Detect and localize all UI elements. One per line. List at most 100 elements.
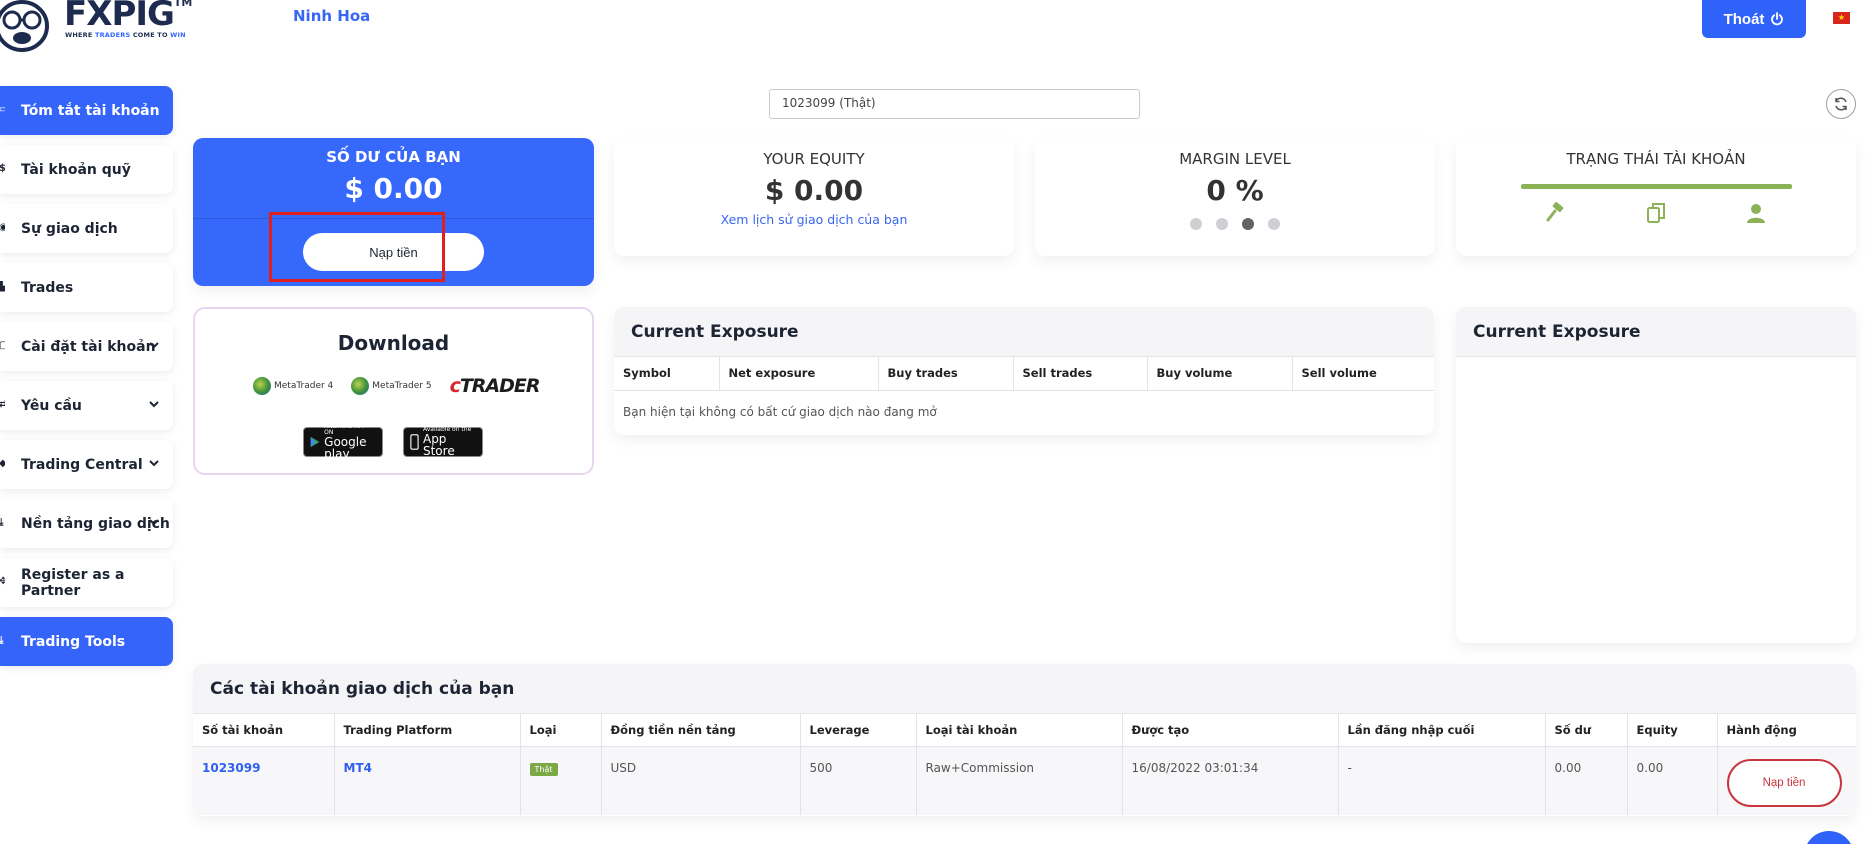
chat-widget-button[interactable]	[1804, 831, 1854, 844]
column-header[interactable]: Buy trades	[878, 357, 1014, 391]
balance-card: SỐ DƯ CỦA BẠN $ 0.00 Nạp tiền	[193, 138, 594, 286]
column-header[interactable]: Số dư	[1545, 714, 1628, 747]
account-status-title: TRẠNG THÁI TÀI KHOẢN	[1566, 150, 1746, 168]
metatrader4-link[interactable]: MetaTrader 4	[253, 377, 333, 395]
logout-label: Thoát	[1723, 10, 1765, 28]
equity-title: YOUR EQUITY	[763, 150, 865, 168]
column-header[interactable]: Sell trades	[1013, 357, 1148, 391]
equity-cell: 0.00	[1627, 746, 1718, 815]
sidebar-item-fund-account[interactable]: $ Tài khoản quỹ	[0, 145, 173, 194]
sidebar-item-transactions[interactable]: ◉ Sự giao dịch	[0, 204, 173, 253]
platform-link[interactable]: MT4	[334, 746, 521, 815]
user-icon[interactable]	[1745, 202, 1767, 224]
logout-button[interactable]: Thoát	[1702, 0, 1806, 38]
chart-icon: ▙	[0, 281, 5, 292]
user-name[interactable]: Ninh Hoa	[293, 7, 370, 25]
transaction-history-link[interactable]: Xem lịch sử giao dịch của bạn	[614, 212, 1014, 227]
metatrader5-link[interactable]: MetaTrader 5	[351, 377, 432, 395]
row-deposit-button[interactable]: Nạp tiền	[1726, 758, 1842, 807]
metatrader-icon	[253, 377, 271, 395]
sidebar-item-label: Cài đặt tài khoản	[21, 338, 156, 355]
app-store-badge[interactable]: Available on the App Store	[403, 427, 483, 457]
sidebar-item-label: Register as a Partner	[21, 566, 125, 599]
created-cell: 16/08/2022 03:01:34	[1122, 746, 1339, 815]
column-header[interactable]: Số tài khoản	[193, 714, 335, 747]
balance-title: SỐ DƯ CỦA BẠN	[326, 148, 461, 166]
account-select[interactable]: 1023099 (Thật)	[769, 89, 1140, 119]
refresh-button[interactable]	[1826, 89, 1856, 119]
last-login-cell: -	[1338, 746, 1546, 815]
column-header[interactable]: Sell volume	[1292, 357, 1434, 391]
account-number-link[interactable]: 1023099	[193, 746, 335, 815]
balance-cell: 0.00	[1545, 746, 1628, 815]
equity-card: YOUR EQUITY $ 0.00 Xem lịch sử giao dịch…	[614, 138, 1014, 256]
column-header[interactable]: Loại tài khoản	[916, 714, 1123, 747]
chevron-down-icon	[149, 401, 159, 408]
account-type-cell: Raw+Commission	[916, 746, 1123, 815]
sidebar-item-label: Sự giao dịch	[21, 220, 118, 237]
account-kind-cell: Thật	[520, 746, 602, 815]
sidebar-item-register-partner[interactable]: ✥ Register as a Partner	[0, 558, 173, 607]
trading-central-icon: ◆	[0, 458, 5, 469]
margin-title: MARGIN LEVEL	[1179, 150, 1291, 168]
requests-icon: ⇄	[0, 399, 5, 410]
chevron-down-icon	[149, 460, 159, 467]
sidebar-item-requests[interactable]: ⇄ Yêu cầu	[0, 381, 173, 430]
trademark: TM	[173, 0, 193, 9]
gavel-icon[interactable]	[1545, 202, 1567, 224]
chevron-down-icon	[149, 519, 159, 526]
vietnam-flag-icon[interactable]: ★	[1833, 12, 1850, 24]
column-header[interactable]: Buy volume	[1147, 357, 1293, 391]
copy-icon[interactable]	[1645, 202, 1667, 224]
sidebar: ▭ Tóm tắt tài khoản $ Tài khoản quỹ ◉ Sự…	[0, 86, 173, 676]
margin-dots	[1035, 218, 1435, 230]
pig-mascot-icon	[0, 0, 49, 52]
sidebar-item-label: Tóm tắt tài khoản	[21, 102, 160, 119]
google-play-badge[interactable]: ANDROID APP ON Google play	[303, 424, 383, 460]
partner-icon: ✥	[0, 576, 5, 587]
refresh-icon	[1835, 97, 1847, 111]
column-header[interactable]: Lần đăng nhập cuối	[1338, 714, 1546, 747]
table-row: 1023099 MT4 Thật USD 500 Raw+Commission …	[193, 746, 1856, 815]
margin-level-card: MARGIN LEVEL 0 %	[1035, 138, 1435, 256]
sidebar-item-trading-central[interactable]: ◆ Trading Central	[0, 440, 173, 489]
sidebar-item-label: Trading Tools	[21, 633, 126, 650]
summary-icon: ▭	[0, 104, 5, 115]
sidebar-item-label: Trades	[21, 279, 74, 296]
trading-accounts-table: Số tài khoản Trading Platform Loại Đồng …	[193, 714, 1856, 815]
column-header[interactable]: Trading Platform	[334, 714, 521, 747]
currency-cell: USD	[601, 746, 801, 815]
settings-icon: ▢	[0, 340, 5, 351]
ctrader-link[interactable]: cTRADER	[450, 375, 541, 397]
column-header[interactable]: Đồng tiền nền tảng	[601, 714, 801, 747]
fxpig-logo[interactable]: FXPIGTM WHERE TRADERS COME TO WIN	[0, 0, 194, 60]
iphone-icon	[410, 434, 419, 450]
brand-name: FXPIGTM	[64, 0, 192, 34]
sidebar-item-account-summary[interactable]: ▭ Tóm tắt tài khoản	[0, 86, 173, 135]
margin-value: 0 %	[1206, 174, 1264, 207]
column-header[interactable]: Loại	[520, 714, 602, 747]
column-header[interactable]: Leverage	[800, 714, 917, 747]
column-header[interactable]: Được tạo	[1122, 714, 1339, 747]
real-account-badge: Thật	[529, 762, 558, 776]
current-exposure-panel: Current Exposure Symbol Net exposure Buy…	[614, 307, 1434, 435]
sidebar-item-trading-platforms[interactable]: ⤓ Nền tảng giao dịch	[0, 499, 173, 548]
app-store-badges: ANDROID APP ON Google play Available on t…	[303, 424, 483, 460]
transactions-icon: ◉	[0, 222, 5, 233]
download-card: Download MetaTrader 4 MetaTrader 5 cTRAD…	[193, 307, 594, 475]
status-icons	[1456, 202, 1856, 224]
leverage-cell: 500	[800, 746, 917, 815]
column-header[interactable]: Equity	[1627, 714, 1718, 747]
sidebar-item-trades[interactable]: ▙ Trades	[0, 263, 173, 312]
exposure-table: Symbol Net exposure Buy trades Sell trad…	[614, 357, 1434, 433]
sidebar-item-trading-tools[interactable]: ⤓ Trading Tools	[0, 617, 173, 666]
status-progress-bar	[1521, 184, 1792, 189]
column-header[interactable]: Net exposure	[719, 357, 879, 391]
trading-accounts-panel: Các tài khoản giao dịch của bạn Số tài k…	[193, 664, 1856, 816]
sidebar-item-label: Yêu cầu	[21, 397, 82, 414]
margin-dot-active	[1242, 218, 1254, 230]
column-header[interactable]: Symbol	[614, 357, 720, 391]
current-exposure-side-panel: Current Exposure	[1456, 307, 1856, 643]
platform-logos: MetaTrader 4 MetaTrader 5 cTRADER	[253, 375, 541, 397]
sidebar-item-account-settings[interactable]: ▢ Cài đặt tài khoản	[0, 322, 173, 371]
